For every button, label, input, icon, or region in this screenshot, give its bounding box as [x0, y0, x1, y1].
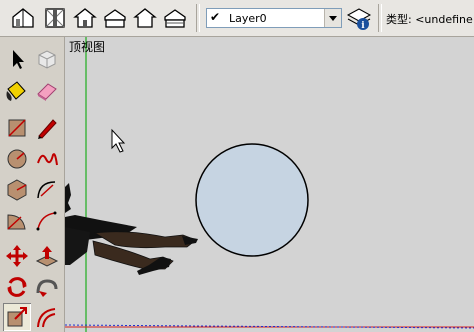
back-view-button[interactable]: [132, 5, 158, 31]
arc-tool[interactable]: [33, 176, 61, 204]
move-tool[interactable]: [3, 242, 31, 270]
mouse-cursor-icon: [111, 128, 126, 153]
house-back-icon: [133, 8, 157, 28]
pie-icon: [7, 214, 26, 230]
toolbar-separator: [196, 4, 200, 32]
layer-visible-check: ✔: [210, 10, 221, 24]
line-tool[interactable]: [33, 114, 61, 142]
house-front-icon: [73, 8, 97, 28]
follow-me-tool[interactable]: [33, 273, 61, 301]
freehand-tool[interactable]: [33, 145, 61, 173]
circle-shape: [195, 143, 309, 257]
push-pull-tool[interactable]: [33, 242, 61, 270]
right-view-button[interactable]: [102, 5, 128, 31]
house-right-icon: [104, 9, 126, 28]
polygon-icon: [7, 179, 27, 201]
scene-canvas: [65, 37, 474, 332]
push-pull-icon: [35, 246, 59, 267]
freehand-icon: [37, 153, 58, 166]
rectangle-icon: [8, 119, 26, 137]
rectangle-tool[interactable]: [3, 114, 31, 142]
circle-tool[interactable]: [3, 145, 31, 173]
pie-tool[interactable]: [3, 207, 31, 235]
rotate-tool[interactable]: [3, 273, 31, 301]
paint-bucket-tool[interactable]: [3, 77, 31, 105]
view-title: 顶视图: [69, 40, 106, 54]
paint-bucket-icon: [6, 81, 26, 101]
arrow-icon: [13, 50, 24, 69]
house-iso-icon: [12, 8, 34, 28]
layer-manager-button[interactable]: i: [346, 5, 372, 31]
scale-icon: [7, 307, 27, 327]
pencil-icon: [38, 119, 57, 139]
toolbar-separator: [378, 4, 382, 32]
chevron-down-icon[interactable]: [324, 9, 341, 27]
tool-palette: [0, 37, 65, 332]
top-view-button[interactable]: [42, 5, 68, 31]
offset-icon: [37, 308, 56, 328]
select-tool[interactable]: [3, 45, 31, 73]
svg-text:i: i: [361, 21, 365, 31]
rotate-icon: [7, 277, 27, 297]
component-icon: [38, 50, 56, 69]
arc-icon: [37, 181, 56, 199]
scale-tool[interactable]: [3, 303, 31, 331]
top-toolbar: ✔ Layer0 i 类型: <undefine: [0, 0, 474, 37]
arc-3pt-icon: [36, 211, 57, 231]
layer-name: Layer0: [229, 12, 267, 25]
house-top-icon: [45, 8, 65, 28]
circle-icon: [7, 149, 27, 169]
person-silhouette: [65, 183, 198, 275]
house-left-icon: [164, 9, 186, 28]
front-view-button[interactable]: [72, 5, 98, 31]
offset-tool[interactable]: [33, 303, 61, 331]
entity-type-label: 类型: <undefine: [386, 13, 473, 26]
layer-manager-icon: i: [346, 8, 372, 31]
follow-me-icon: [36, 279, 58, 297]
arc-3pt-tool[interactable]: [33, 207, 61, 235]
polygon-tool[interactable]: [3, 176, 31, 204]
layer-dropdown[interactable]: ✔ Layer0: [206, 8, 342, 28]
eraser-tool[interactable]: [33, 77, 61, 105]
eraser-icon: [37, 83, 57, 101]
move-icon: [6, 245, 28, 267]
left-view-button[interactable]: [162, 5, 188, 31]
make-component-tool[interactable]: [33, 45, 61, 73]
drawing-viewport[interactable]: 顶视图: [65, 37, 474, 332]
iso-view-button[interactable]: [10, 5, 36, 31]
